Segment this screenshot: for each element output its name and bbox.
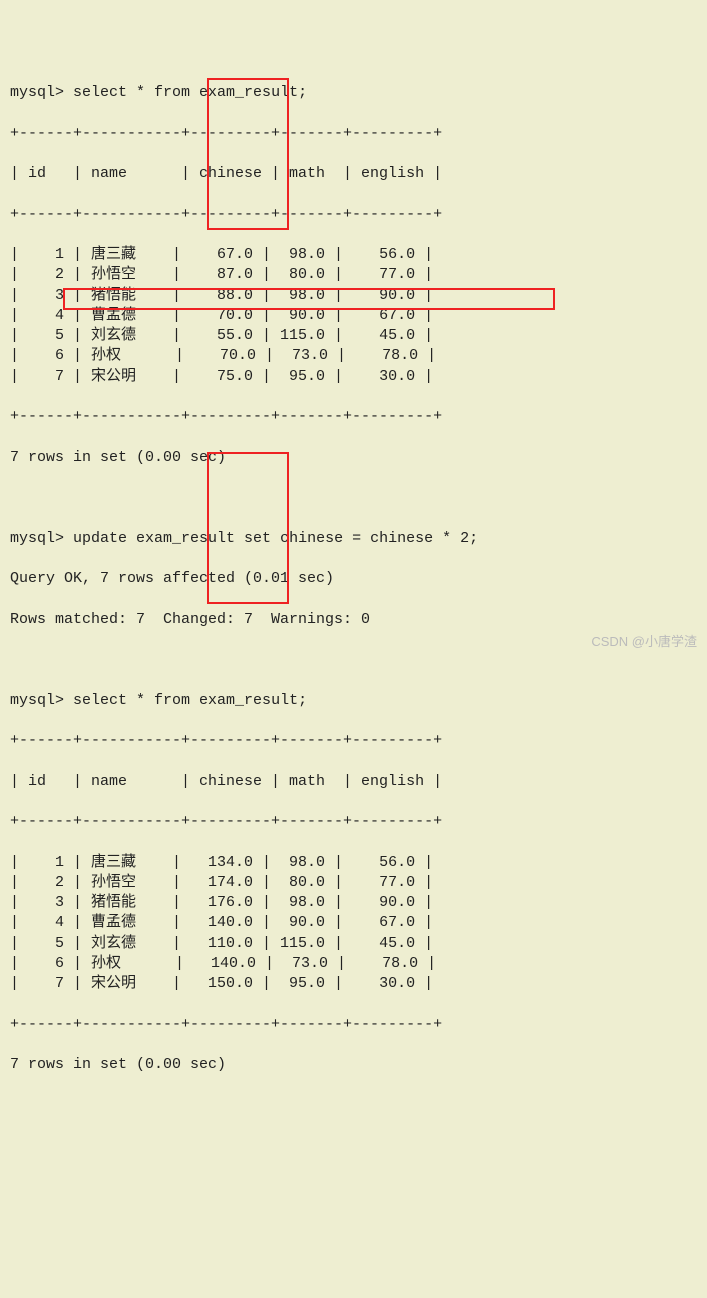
hdr: | id | name | chinese | math | english | [10,772,697,792]
rows-msg-1: 7 rows in set (0.00 sec) [10,448,697,468]
table-row: | 2 | 孙悟空 | 87.0 | 80.0 | 77.0 | [10,265,697,285]
hdr: | id | name | chinese | math | english | [10,164,697,184]
mysql-prompt: mysql> [10,530,64,547]
watermark: CSDN @小唐学渣 [591,633,697,651]
table-row: | 6 | 孙权 | 140.0 | 73.0 | 78.0 | [10,954,697,974]
sep: +------+-----------+---------+-------+--… [10,124,697,144]
query-line-2: mysql> select * from exam_result; [10,691,697,711]
sql-select-1: select * from exam_result; [73,84,307,101]
mysql-prompt: mysql> [10,84,64,101]
table-row: | 3 | 猪悟能 | 88.0 | 98.0 | 90.0 | [10,286,697,306]
sep: +------+-----------+---------+-------+--… [10,205,697,225]
table-row: | 1 | 唐三藏 | 134.0 | 98.0 | 56.0 | [10,853,697,873]
sql-update: update exam_result set chinese = chinese… [73,530,478,547]
update-line: mysql> update exam_result set chinese = … [10,529,697,549]
blank [10,488,697,508]
sep: +------+-----------+---------+-------+--… [10,731,697,751]
sep: +------+-----------+---------+-------+--… [10,812,697,832]
mysql-prompt: mysql> [10,692,64,709]
table-row: | 4 | 曹孟德 | 140.0 | 90.0 | 67.0 | [10,913,697,933]
sql-select-2: select * from exam_result; [73,692,307,709]
table-row: | 5 | 刘玄德 | 110.0 | 115.0 | 45.0 | [10,934,697,954]
table-row: | 3 | 猪悟能 | 176.0 | 98.0 | 90.0 | [10,893,697,913]
sep: +------+-----------+---------+-------+--… [10,1015,697,1035]
table-row: | 2 | 孙悟空 | 174.0 | 80.0 | 77.0 | [10,873,697,893]
table-row: | 1 | 唐三藏 | 67.0 | 98.0 | 56.0 | [10,245,697,265]
sep: +------+-----------+---------+-------+--… [10,407,697,427]
blank [10,650,697,670]
table-row: | 6 | 孙权 | 70.0 | 73.0 | 78.0 | [10,346,697,366]
table-row: | 5 | 刘玄德 | 55.0 | 115.0 | 45.0 | [10,326,697,346]
table-row: | 7 | 宋公明 | 75.0 | 95.0 | 30.0 | [10,367,697,387]
table-row: | 7 | 宋公明 | 150.0 | 95.0 | 30.0 | [10,974,697,994]
rows-msg-2: 7 rows in set (0.00 sec) [10,1055,697,1075]
rows-matched: Rows matched: 7 Changed: 7 Warnings: 0 [10,610,697,630]
query-line-1: mysql> select * from exam_result; [10,83,697,103]
table-row: | 4 | 曹孟德 | 70.0 | 90.0 | 67.0 | [10,306,697,326]
update-ok: Query OK, 7 rows affected (0.01 sec) [10,569,697,589]
